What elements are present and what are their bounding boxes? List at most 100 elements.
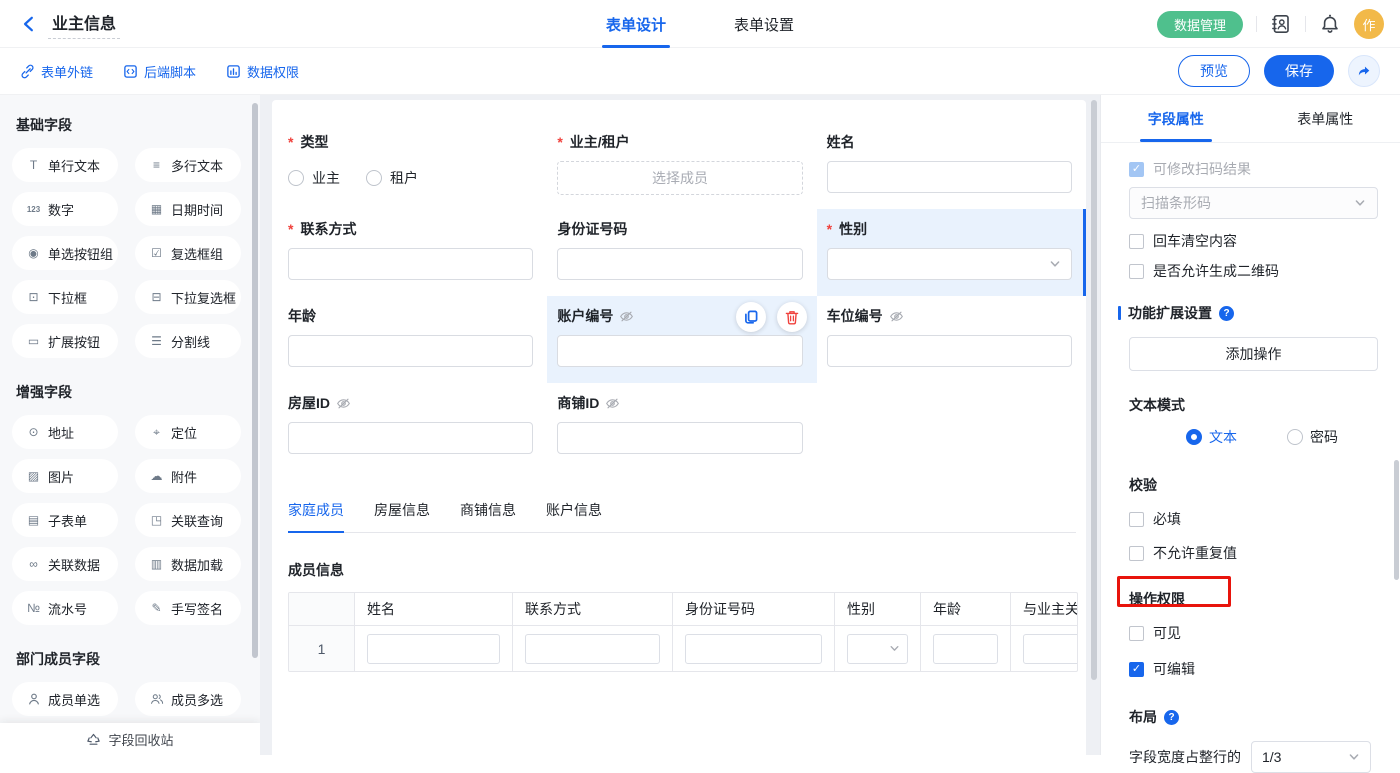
tab-form-properties[interactable]: 表单属性 [1251,95,1400,142]
field-contact[interactable]: 联系方式 [278,209,547,296]
subtable-id-number-input[interactable] [685,634,822,664]
radio-option-password[interactable]: 密码 [1287,427,1338,447]
tab-form-settings[interactable]: 表单设置 [734,0,794,48]
help-icon[interactable]: ? [1219,306,1234,321]
subtable-name-input[interactable] [367,634,500,664]
field-item-related-data[interactable]: ∞关联数据 [12,547,118,581]
account-no-input[interactable] [557,335,802,367]
field-parking-no[interactable]: 车位编号 [817,296,1086,383]
section-accent-bar [1118,306,1121,320]
field-item-label: 流水号 [48,599,87,618]
field-item-label: 分割线 [171,332,210,351]
field-item-multi-dropdown[interactable]: ⊟下拉复选框 [135,280,241,314]
tab-field-properties[interactable]: 字段属性 [1101,95,1251,142]
field-item-location[interactable]: ⌖定位 [135,415,241,449]
field-item-image[interactable]: ▨图片 [12,459,118,493]
field-item-divider[interactable]: ☰分割线 [135,324,241,358]
share-button[interactable] [1348,55,1380,87]
checkbox-unchecked-icon [1129,234,1144,249]
visible-row[interactable]: 可见 [1129,623,1378,643]
field-item-serial-number[interactable]: №流水号 [12,591,118,625]
id-number-input[interactable] [557,248,802,280]
member-picker[interactable]: 选择成员 [557,161,802,195]
field-item-member-multi[interactable]: 成员多选 [135,682,241,716]
field-item-checkbox-group[interactable]: ☑复选框组 [135,236,241,270]
tab-family-members[interactable]: 家庭成员 [288,500,344,532]
eye-off-icon [336,396,351,411]
scan-result-editable-row[interactable]: ✓ 可修改扫码结果 [1129,159,1378,179]
editable-row[interactable]: ✓ 可编辑 [1129,659,1378,679]
allow-qrcode-row[interactable]: 是否允许生成二维码 [1129,261,1378,281]
field-gender[interactable]: 性别 [817,209,1086,296]
field-type[interactable]: 类型 业主 租户 [278,122,547,209]
field-item-radio-group[interactable]: ◉单选按钮组 [12,236,118,270]
subtable-age-input[interactable] [933,634,998,664]
tab-shop-info[interactable]: 商铺信息 [460,500,516,532]
no-duplicate-row[interactable]: 不允许重复值 [1129,543,1378,563]
help-icon[interactable]: ? [1164,710,1179,725]
tab-form-design[interactable]: 表单设计 [606,0,666,48]
tab-house-info[interactable]: 房屋信息 [374,500,430,532]
name-input[interactable] [827,161,1072,193]
age-input[interactable] [288,335,533,367]
field-width-select[interactable]: 1/3 [1251,741,1371,773]
field-item-dropdown[interactable]: ⊡下拉框 [12,280,118,314]
field-item-related-query[interactable]: ◳关联查询 [135,503,241,537]
notification-bell-icon[interactable] [1319,13,1341,35]
delete-field-button[interactable] [777,302,807,332]
shop-id-input[interactable] [557,422,802,454]
field-item-multi-line-text[interactable]: ≡多行文本 [135,148,241,182]
scan-mode-select[interactable]: 扫描条形码 [1129,187,1378,219]
data-permission-link[interactable]: 数据权限 [226,62,299,81]
field-item-address[interactable]: ⊙地址 [12,415,118,449]
gender-select[interactable] [827,248,1072,280]
address-book-icon[interactable] [1270,13,1292,35]
save-button[interactable]: 保存 [1264,55,1334,87]
duplicate-field-button[interactable] [736,302,766,332]
field-owner-tenant[interactable]: 业主/租户 选择成员 [547,122,816,209]
member-picker-placeholder: 选择成员 [652,168,708,188]
panel-scrollbar[interactable] [1394,460,1399,580]
radio-option-tenant[interactable]: 租户 [366,168,418,188]
user-avatar[interactable]: 作 [1354,9,1384,39]
field-age[interactable]: 年龄 [278,296,547,383]
field-item-member-single[interactable]: 成员单选 [12,682,118,716]
field-item-extend-button[interactable]: ▭扩展按钮 [12,324,118,358]
preview-button[interactable]: 预览 [1178,55,1250,87]
radio-option-owner[interactable]: 业主 [288,168,340,188]
form-external-link[interactable]: 表单外链 [20,62,93,81]
required-row[interactable]: 必填 [1129,509,1378,529]
field-id-number[interactable]: 身份证号码 [547,209,816,296]
subtable-relation-input[interactable] [1023,634,1078,664]
tab-account-info[interactable]: 账户信息 [546,500,602,532]
field-item-attachment[interactable]: ☁附件 [135,459,241,493]
page-title[interactable]: 业主信息 [48,10,120,39]
cell-contact [513,626,673,671]
parking-no-input[interactable] [827,335,1072,367]
sidebar-scrollbar[interactable] [252,103,258,658]
add-action-button[interactable]: 添加操作 [1129,337,1378,371]
field-name[interactable]: 姓名 [817,122,1086,209]
field-item-single-line-text[interactable]: T单行文本 [12,148,118,182]
backend-script-link[interactable]: 后端脚本 [123,62,196,81]
field-shop-id[interactable]: 商铺ID [547,383,816,470]
field-item-label: 日期时间 [171,200,223,219]
clear-on-enter-row[interactable]: 回车清空内容 [1129,231,1378,251]
field-house-id[interactable]: 房屋ID [278,383,547,470]
contact-input[interactable] [288,248,533,280]
field-item-data-load[interactable]: ▥数据加载 [135,547,241,581]
field-recycle-bin[interactable]: 字段回收站 [0,723,260,755]
subtable-gender-select[interactable] [847,634,908,664]
data-manage-button[interactable]: 数据管理 [1157,11,1243,38]
field-account-no[interactable]: 账户编号 [547,296,816,383]
subtable-contact-input[interactable] [525,634,660,664]
field-item-number[interactable]: 123数字 [12,192,118,226]
radio-option-text[interactable]: 文本 [1186,427,1237,447]
field-item-signature[interactable]: ✎手写签名 [135,591,241,625]
field-item-datetime[interactable]: ▦日期时间 [135,192,241,226]
back-icon[interactable] [20,15,38,33]
canvas-scrollbar[interactable] [1091,100,1097,680]
header-left: 业主信息 [20,0,120,48]
field-item-subform[interactable]: ▤子表单 [12,503,118,537]
house-id-input[interactable] [288,422,533,454]
